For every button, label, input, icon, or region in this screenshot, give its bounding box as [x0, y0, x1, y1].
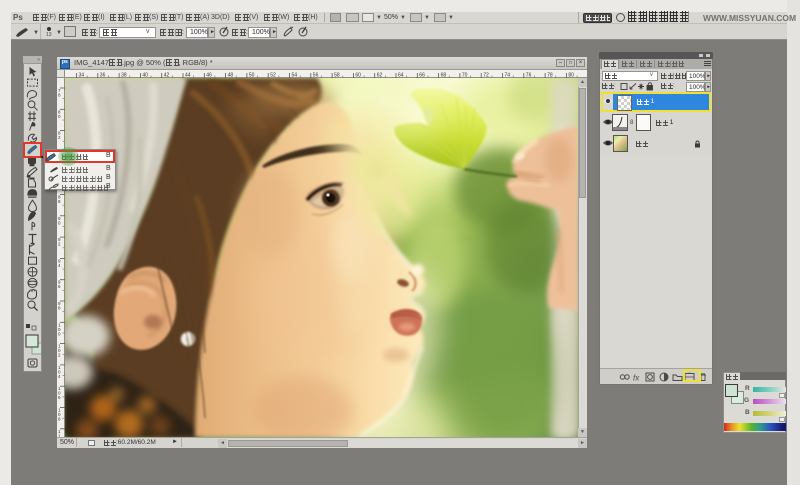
svg-text:2: 2: [58, 353, 61, 358]
svg-text:0: 0: [58, 220, 61, 225]
svg-text:6: 6: [58, 284, 61, 289]
svg-text:8: 8: [58, 306, 61, 311]
svg-text:8: 8: [58, 199, 61, 204]
svg-text:fx: fx: [633, 374, 640, 383]
svg-text:8: 8: [58, 93, 61, 98]
svg-text:4: 4: [58, 263, 61, 268]
svg-text:0: 0: [58, 331, 61, 336]
svg-text:8: 8: [58, 417, 61, 422]
svg-text:2: 2: [58, 135, 61, 140]
svg-text:2: 2: [58, 242, 61, 247]
svg-text:4: 4: [58, 374, 61, 379]
svg-text:6: 6: [58, 395, 61, 400]
svg-text:0: 0: [58, 114, 61, 119]
